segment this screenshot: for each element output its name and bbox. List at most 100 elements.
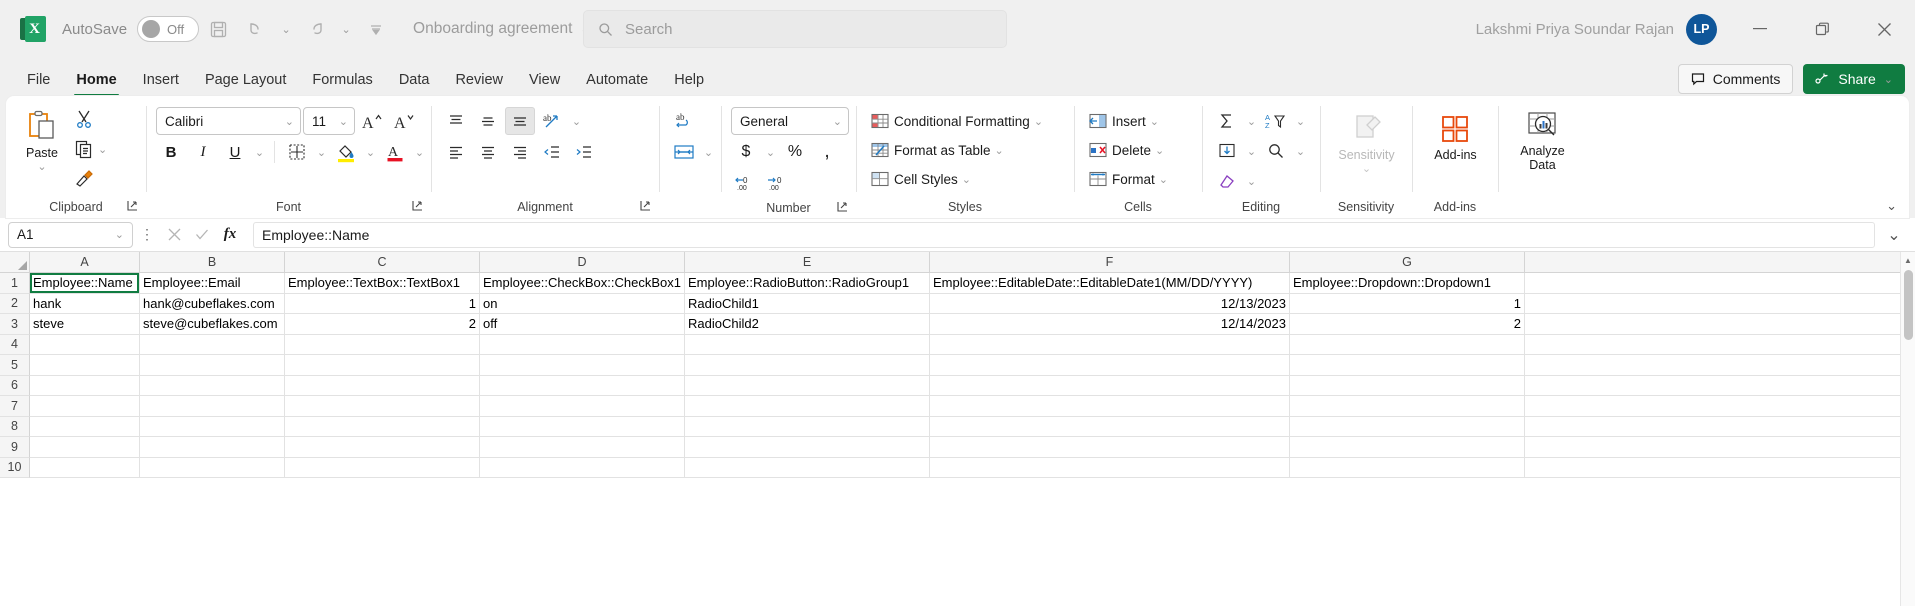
cancel-icon[interactable]: [161, 222, 187, 248]
sensitivity-chevron-down-icon[interactable]: ⌄: [1362, 162, 1371, 175]
add-ins-button[interactable]: Add-ins: [1426, 109, 1484, 166]
tab-insert[interactable]: Insert: [130, 64, 192, 96]
restore-icon[interactable]: [1791, 0, 1853, 58]
share-chevron-down-icon[interactable]: ⌄: [1884, 73, 1893, 86]
cell-h4[interactable]: [1525, 334, 1915, 355]
cell-h5[interactable]: [1525, 355, 1915, 376]
font-dialog-launcher-icon[interactable]: [412, 200, 425, 213]
cell-d10[interactable]: [480, 457, 685, 478]
sort-filter-chevron-down-icon[interactable]: ⌄: [1293, 107, 1308, 135]
cell-d7[interactable]: [480, 396, 685, 417]
row-header-1[interactable]: 1: [0, 273, 30, 294]
cell-h7[interactable]: [1525, 396, 1915, 417]
cell-b7[interactable]: [140, 396, 285, 417]
row-header-4[interactable]: 4: [0, 334, 30, 355]
column-header-e[interactable]: E: [685, 252, 930, 273]
customize-quick-access-icon[interactable]: [357, 12, 395, 46]
fx-icon[interactable]: fx: [217, 222, 243, 248]
orientation-chevron-down-icon[interactable]: ⌄: [569, 107, 584, 135]
cell-a5[interactable]: [30, 355, 140, 376]
cell-c3[interactable]: 2: [285, 314, 480, 335]
number-dialog-launcher-icon[interactable]: [837, 201, 850, 214]
cell-e3[interactable]: RadioChild2: [685, 314, 930, 335]
cell-f6[interactable]: [930, 375, 1290, 396]
merge-center-button[interactable]: [669, 138, 699, 166]
clear-button[interactable]: [1212, 167, 1242, 195]
sort-filter-button[interactable]: A Z: [1261, 107, 1291, 135]
document-title[interactable]: Onboarding agreement ⌄: [413, 20, 590, 38]
cell-h10[interactable]: [1525, 457, 1915, 478]
cell-g6[interactable]: [1290, 375, 1525, 396]
find-select-button[interactable]: [1261, 137, 1291, 165]
font-color-chevron-down-icon[interactable]: ⌄: [412, 138, 427, 166]
name-box-chevron-down-icon[interactable]: ⌄: [115, 228, 124, 241]
cell-c6[interactable]: [285, 375, 480, 396]
cell-d2[interactable]: on: [480, 293, 685, 314]
borders-button[interactable]: [282, 138, 312, 166]
format-painter-button[interactable]: [70, 165, 111, 193]
fill-chevron-down-icon[interactable]: ⌄: [1244, 137, 1259, 165]
user-account-area[interactable]: Lakshmi Priya Soundar Rajan LP: [1476, 0, 1717, 58]
tab-view[interactable]: View: [516, 64, 573, 96]
cell-c1[interactable]: Employee::TextBox::TextBox1: [285, 273, 480, 294]
cell-g8[interactable]: [1290, 416, 1525, 437]
undo-dropdown-chevron-icon[interactable]: ⌄: [275, 12, 297, 46]
cell-b10[interactable]: [140, 457, 285, 478]
font-name-combo[interactable]: Calibri ⌄: [156, 107, 301, 135]
cell-g9[interactable]: [1290, 437, 1525, 458]
cell-c5[interactable]: [285, 355, 480, 376]
delete-cells-chevron-down-icon[interactable]: ⌄: [1155, 144, 1164, 157]
cell-f1[interactable]: Employee::EditableDate::EditableDate1(MM…: [930, 273, 1290, 294]
currency-chevron-down-icon[interactable]: ⌄: [763, 138, 778, 166]
cell-a3[interactable]: steve: [30, 314, 140, 335]
cell-d6[interactable]: [480, 375, 685, 396]
delete-cells-button[interactable]: Delete ⌄: [1084, 136, 1168, 164]
cell-g7[interactable]: [1290, 396, 1525, 417]
cell-g5[interactable]: [1290, 355, 1525, 376]
find-select-chevron-down-icon[interactable]: ⌄: [1293, 137, 1308, 165]
undo-icon[interactable]: [237, 12, 275, 46]
cell-g2[interactable]: 1: [1290, 293, 1525, 314]
row-header-8[interactable]: 8: [0, 416, 30, 437]
name-box[interactable]: A1 ⌄: [8, 221, 133, 248]
cell-h9[interactable]: [1525, 437, 1915, 458]
cell-d8[interactable]: [480, 416, 685, 437]
cell-d3[interactable]: off: [480, 314, 685, 335]
number-format-combo[interactable]: General ⌄: [731, 107, 849, 135]
collapse-ribbon-chevron-down-icon[interactable]: ⌄: [1886, 198, 1897, 214]
conditional-formatting-chevron-down-icon[interactable]: ⌄: [1034, 115, 1043, 128]
cell-a7[interactable]: [30, 396, 140, 417]
sensitivity-button[interactable]: Sensitivity ⌄: [1330, 109, 1402, 179]
cell-c8[interactable]: [285, 416, 480, 437]
cell-g10[interactable]: [1290, 457, 1525, 478]
format-cells-chevron-down-icon[interactable]: ⌄: [1159, 173, 1168, 186]
paste-button[interactable]: Paste ⌄: [16, 105, 68, 177]
font-name-chevron-down-icon[interactable]: ⌄: [285, 115, 294, 128]
cell-c4[interactable]: [285, 334, 480, 355]
row-header-2[interactable]: 2: [0, 293, 30, 314]
format-as-table-button[interactable]: Format as Table ⌄: [866, 136, 1008, 164]
cell-e10[interactable]: [685, 457, 930, 478]
comments-button[interactable]: Comments: [1677, 64, 1794, 94]
cell-e2[interactable]: RadioChild1: [685, 293, 930, 314]
cell-f4[interactable]: [930, 334, 1290, 355]
cell-a6[interactable]: [30, 375, 140, 396]
tab-formulas[interactable]: Formulas: [299, 64, 385, 96]
vertical-scrollbar[interactable]: ▲: [1900, 252, 1915, 606]
cell-a4[interactable]: [30, 334, 140, 355]
decrease-indent-button[interactable]: [537, 138, 567, 166]
cell-e1[interactable]: Employee::RadioButton::RadioGroup1: [685, 273, 930, 294]
row-header-3[interactable]: 3: [0, 314, 30, 335]
cell-b5[interactable]: [140, 355, 285, 376]
fill-button[interactable]: [1212, 137, 1242, 165]
cell-b6[interactable]: [140, 375, 285, 396]
avatar[interactable]: LP: [1686, 13, 1717, 45]
comma-style-button[interactable]: ,: [812, 138, 842, 166]
conditional-formatting-button[interactable]: Conditional Formatting ⌄: [866, 107, 1047, 135]
share-button[interactable]: Share ⌄: [1803, 64, 1905, 94]
cell-b3[interactable]: steve@cubeflakes.com: [140, 314, 285, 335]
align-left-button[interactable]: [441, 138, 471, 166]
cell-b1[interactable]: Employee::Email: [140, 273, 285, 294]
cell-g1[interactable]: Employee::Dropdown::Dropdown1: [1290, 273, 1525, 294]
cell-e9[interactable]: [685, 437, 930, 458]
